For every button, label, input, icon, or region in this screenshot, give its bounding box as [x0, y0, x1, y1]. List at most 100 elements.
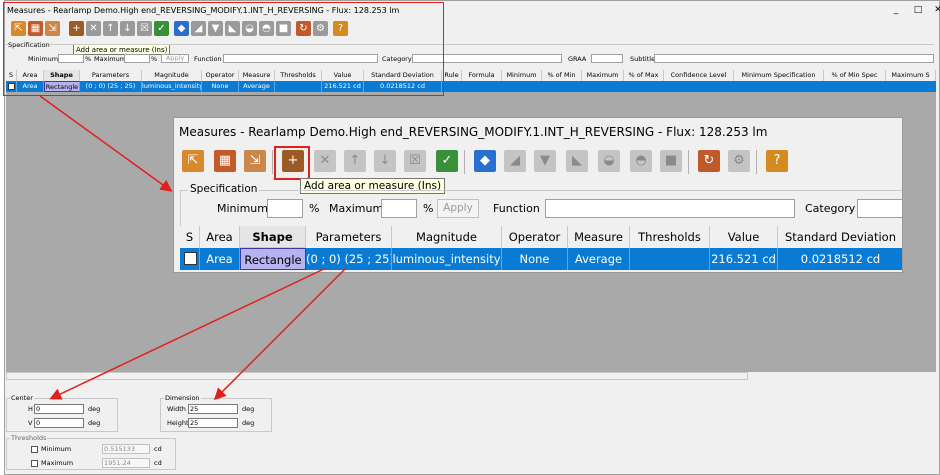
col-std-dev[interactable]: Standard Deviation [778, 226, 902, 248]
move-up-icon[interactable]: ↑ [103, 21, 118, 36]
clear-icon[interactable]: ☒ [404, 150, 426, 172]
export-icon[interactable]: ⇲ [244, 150, 266, 172]
row-checkbox[interactable] [184, 252, 197, 265]
validate-icon[interactable]: ✓ [436, 150, 458, 172]
height-input[interactable]: 25 [188, 418, 238, 428]
colormap-icon[interactable]: ◆ [174, 21, 189, 36]
chart-icon[interactable]: ◢ [191, 21, 206, 36]
shape3-icon[interactable]: ◒ [598, 150, 620, 172]
settings-icon[interactable]: ⚙ [313, 21, 328, 36]
chart-icon[interactable]: ◢ [504, 150, 526, 172]
category-input[interactable] [857, 199, 902, 218]
refresh-icon[interactable]: ↻ [698, 150, 720, 172]
col-rule[interactable]: Rule [442, 70, 462, 81]
horizontal-scrollbar[interactable] [6, 372, 748, 380]
move-down-icon[interactable]: ↓ [374, 150, 396, 172]
maximum-input[interactable] [124, 54, 150, 63]
col-minimum[interactable]: Minimum [502, 70, 542, 81]
table-row[interactable]: Area Rectangle (0 ; 0) (25 ; 25) luminou… [180, 248, 902, 270]
col-value[interactable]: Value [322, 70, 364, 81]
col-measure[interactable]: Measure [239, 70, 275, 81]
threshold-min-input[interactable]: 0.515133 [102, 444, 150, 454]
col-parameters[interactable]: Parameters [80, 70, 142, 81]
col-pct-min-spec[interactable]: % of Min Spec [824, 70, 886, 81]
col-min-spec[interactable]: Minimum Specification [734, 70, 824, 81]
threshold-min-checkbox[interactable] [31, 446, 38, 453]
apply-button[interactable]: Apply [161, 54, 189, 63]
col-std-dev[interactable]: Standard Deviation [364, 70, 442, 81]
row-shape[interactable]: Rectangle [44, 81, 80, 92]
col-magnitude[interactable]: Magnitude [392, 226, 502, 248]
col-maximum[interactable]: Maximum [582, 70, 624, 81]
center-v-input[interactable]: 0 [34, 418, 84, 428]
row-checkbox[interactable] [8, 83, 15, 90]
graa-input[interactable] [591, 54, 623, 63]
shape2-icon[interactable]: ◣ [225, 21, 240, 36]
restore-button[interactable]: □ [907, 3, 929, 17]
threshold-max-input[interactable]: 1951.24 [102, 458, 150, 468]
shape4-icon[interactable]: ◓ [630, 150, 652, 172]
square-icon[interactable]: ■ [276, 21, 291, 36]
add-area-icon[interactable]: + [69, 21, 84, 36]
subtitle-input[interactable] [654, 54, 934, 63]
shape3-icon[interactable]: ◒ [242, 21, 257, 36]
minimum-input[interactable] [267, 199, 303, 218]
minimum-input[interactable] [58, 54, 84, 63]
col-shape[interactable]: Shape [240, 226, 306, 248]
grid-icon[interactable]: ▦ [28, 21, 43, 36]
col-s[interactable]: S [6, 70, 17, 81]
delete-area-icon[interactable]: ✕ [314, 150, 336, 172]
validate-icon[interactable]: ✓ [154, 21, 169, 36]
col-pct-max[interactable]: % of Max [624, 70, 664, 81]
col-parameters[interactable]: Parameters [306, 226, 392, 248]
clear-icon[interactable]: ☒ [137, 21, 152, 36]
help-icon[interactable]: ? [766, 150, 788, 172]
category-input[interactable] [412, 54, 562, 63]
table-row[interactable]: Area Rectangle (0 ; 0) (25 ; 25) luminou… [6, 81, 936, 92]
help-icon[interactable]: ? [333, 21, 348, 36]
shape1-icon[interactable]: ▼ [208, 21, 223, 36]
row-operator: None [502, 248, 568, 270]
shape1-icon[interactable]: ▼ [534, 150, 556, 172]
export-icon[interactable]: ⇲ [45, 21, 60, 36]
settings-icon[interactable]: ⚙ [728, 150, 750, 172]
col-thresholds[interactable]: Thresholds [630, 226, 710, 248]
maximum-input[interactable] [381, 199, 417, 218]
col-thresholds[interactable]: Thresholds [275, 70, 322, 81]
square-icon[interactable]: ■ [660, 150, 682, 172]
col-area[interactable]: Area [200, 226, 240, 248]
col-area[interactable]: Area [17, 70, 44, 81]
shape4-icon[interactable]: ◓ [259, 21, 274, 36]
col-value[interactable]: Value [710, 226, 778, 248]
refresh-icon[interactable]: ↻ [296, 21, 311, 36]
row-shape[interactable]: Rectangle [240, 248, 306, 270]
close-button[interactable]: ✕ [927, 3, 940, 17]
threshold-max-checkbox[interactable] [31, 460, 38, 467]
delete-area-icon[interactable]: ✕ [86, 21, 101, 36]
move-down-icon[interactable]: ↓ [120, 21, 135, 36]
minimize-button[interactable]: _ [885, 3, 907, 17]
col-magnitude[interactable]: Magnitude [142, 70, 202, 81]
import-icon[interactable]: ⇱ [182, 150, 204, 172]
row-select[interactable] [6, 81, 17, 92]
col-max-spec[interactable]: Maximum S [886, 70, 936, 81]
apply-button[interactable]: Apply [437, 199, 479, 218]
col-formula[interactable]: Formula [462, 70, 502, 81]
col-operator[interactable]: Operator [202, 70, 239, 81]
center-h-input[interactable]: 0 [34, 404, 84, 414]
grid-icon[interactable]: ▦ [214, 150, 236, 172]
col-pct-min[interactable]: % of Min [542, 70, 582, 81]
move-up-icon[interactable]: ↑ [344, 150, 366, 172]
col-operator[interactable]: Operator [502, 226, 568, 248]
col-measure[interactable]: Measure [568, 226, 630, 248]
row-select[interactable] [180, 248, 200, 270]
col-s[interactable]: S [180, 226, 200, 248]
function-input[interactable] [545, 199, 795, 218]
function-input[interactable] [223, 54, 378, 63]
width-input[interactable]: 25 [188, 404, 238, 414]
import-icon[interactable]: ⇱ [11, 21, 26, 36]
col-shape[interactable]: Shape [44, 70, 80, 81]
shape2-icon[interactable]: ◣ [566, 150, 588, 172]
col-confidence[interactable]: Confidence Level [664, 70, 734, 81]
colormap-icon[interactable]: ◆ [474, 150, 496, 172]
